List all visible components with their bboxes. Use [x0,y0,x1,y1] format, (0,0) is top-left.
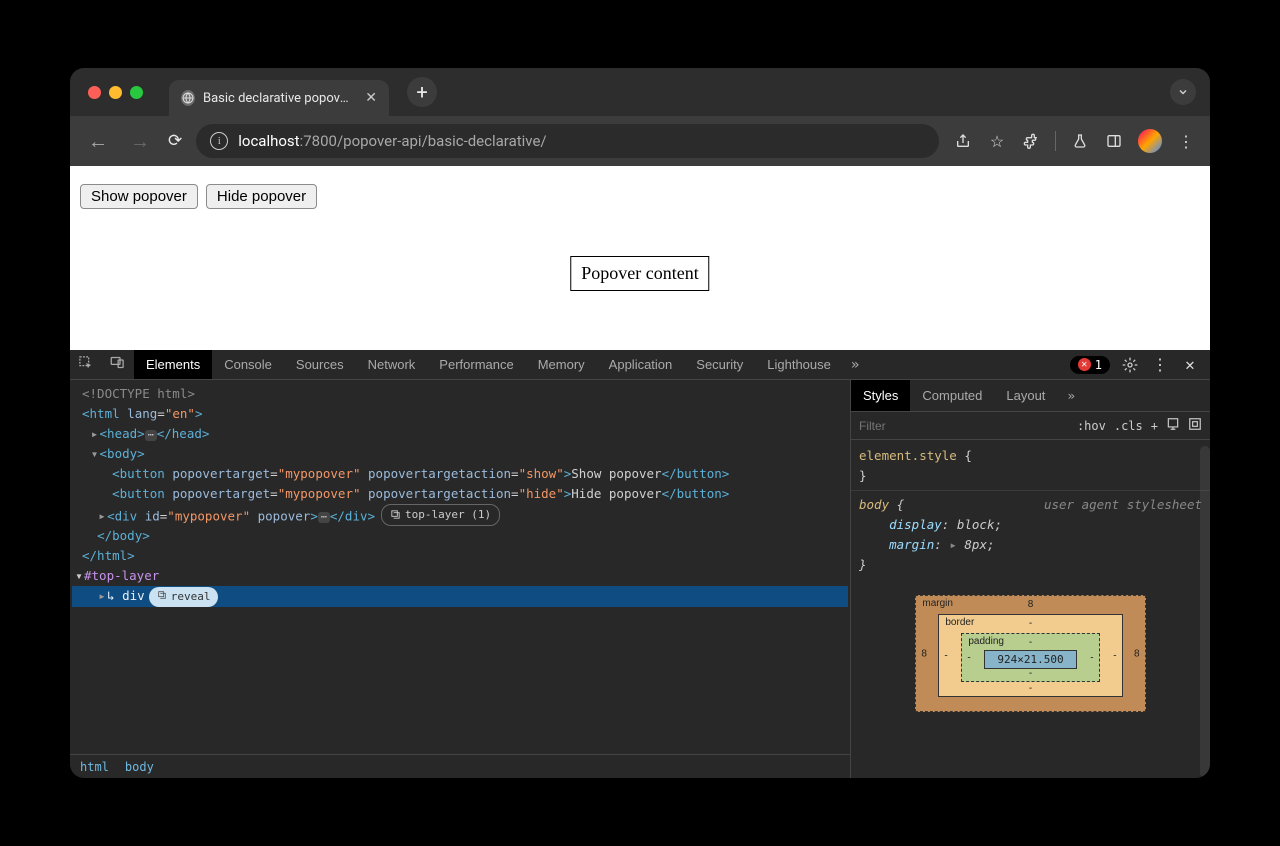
tab-lighthouse[interactable]: Lighthouse [755,350,843,379]
button-show-node[interactable]: <button popovertarget="mypopover" popove… [72,464,848,484]
breadcrumb[interactable]: html body [70,754,850,778]
margin-label: margin [922,598,953,609]
scrollbar[interactable] [1200,446,1210,778]
hov-toggle[interactable]: :hov [1077,419,1106,433]
forward-button[interactable]: → [126,125,154,158]
tab-security[interactable]: Security [684,350,755,379]
devtools: Elements Console Sources Network Perform… [70,350,1210,778]
content-size: 924×21.500 [984,650,1076,669]
padding-label: padding [968,636,1004,647]
error-count-badge[interactable]: ✕ 1 [1070,356,1110,374]
body-close-node[interactable]: </body> [72,526,848,546]
head-node[interactable]: ▸<head>⋯</head> [72,424,848,444]
popover-div-node[interactable]: ▸<div id="mypopover" popover>⋯</div>top-… [72,504,848,526]
browser-toolbar: ← → ⟳ i localhost:7800/popover-api/basic… [70,116,1210,166]
address-bar[interactable]: i localhost:7800/popover-api/basic-decla… [196,124,939,158]
html-node[interactable]: <html lang="en"> [72,404,848,424]
button-hide-node[interactable]: <button popovertarget="mypopover" popove… [72,484,848,504]
tab-memory[interactable]: Memory [526,350,597,379]
popover-content: Popover content [570,256,709,291]
back-button[interactable]: ← [84,125,112,158]
browser-window: Basic declarative popover exa ✕ + ← → ⟳ … [70,68,1210,778]
elements-panel: <!DOCTYPE html> <html lang="en"> ▸<head>… [70,380,850,778]
computed-render-icon[interactable] [1166,417,1180,434]
tab-layout[interactable]: Layout [994,380,1057,411]
error-icon: ✕ [1078,358,1091,371]
ua-stylesheet-label: user agent stylesheet [1044,495,1202,515]
site-info-icon[interactable]: i [210,132,228,150]
element-style-rule[interactable]: element.style {} [859,446,1202,486]
tabs-dropdown-icon[interactable] [1170,79,1196,105]
browser-tab[interactable]: Basic declarative popover exa ✕ [169,80,389,116]
close-tab-icon[interactable]: ✕ [365,90,377,106]
top-layer-div-node[interactable]: ▸↳ divreveal [72,586,848,607]
styles-panel: Styles Computed Layout » :hov .cls + [850,380,1210,778]
cls-toggle[interactable]: .cls [1114,419,1143,433]
profile-avatar[interactable] [1138,129,1162,153]
reload-button[interactable]: ⟳ [168,131,182,151]
tab-styles[interactable]: Styles [851,380,910,411]
hide-popover-button[interactable]: Hide popover [206,184,317,209]
tab-title: Basic declarative popover exa [203,91,353,106]
styles-filter-input[interactable] [859,419,1069,433]
tab-sources[interactable]: Sources [284,350,356,379]
html-close-node[interactable]: </html> [72,546,848,566]
devtools-menu-icon[interactable]: ⋮ [1150,355,1170,374]
minimize-window-icon[interactable] [109,86,122,99]
settings-icon[interactable] [1120,357,1140,373]
error-count: 1 [1095,358,1102,372]
maximize-window-icon[interactable] [130,86,143,99]
border-label: border [945,617,974,628]
globe-icon [181,90,195,106]
reveal-badge[interactable]: reveal [149,587,219,607]
tab-network[interactable]: Network [356,350,428,379]
body-rule[interactable]: user agent stylesheet body { display: bl… [859,495,1202,575]
titlebar: Basic declarative popover exa ✕ + [70,68,1210,116]
sidepanel-icon[interactable] [1104,133,1124,149]
styles-rules[interactable]: element.style {} user agent stylesheet b… [851,440,1210,581]
styles-tabbar: Styles Computed Layout » [851,380,1210,412]
top-layer-section[interactable]: ▾#top-layer [72,566,848,586]
top-layer-badge[interactable]: top-layer (1) [381,504,500,526]
new-tab-button[interactable]: + [407,77,437,107]
tab-elements[interactable]: Elements [134,350,212,379]
labs-icon[interactable] [1070,133,1090,149]
page-viewport: Show popover Hide popover Popover conten… [70,166,1210,350]
share-icon[interactable] [953,133,973,149]
divider [1055,131,1056,151]
more-styles-tabs-icon[interactable]: » [1057,388,1085,403]
tab-console[interactable]: Console [212,350,284,379]
devtools-tabbar: Elements Console Sources Network Perform… [70,350,1210,380]
body-open-node[interactable]: ▾<body> [72,444,848,464]
show-popover-button[interactable]: Show popover [80,184,198,209]
box-model-diagram[interactable]: margin 8 8 8 border - - - padding - [851,581,1210,718]
inspect-element-icon[interactable] [70,355,101,374]
crumb-html[interactable]: html [80,760,109,774]
doctype-node[interactable]: <!DOCTYPE html> [82,386,195,401]
more-tabs-icon[interactable]: » [843,357,867,373]
tab-computed[interactable]: Computed [910,380,994,411]
extensions-icon[interactable] [1021,133,1041,149]
menu-icon[interactable]: ⋮ [1176,132,1196,151]
bookmark-icon[interactable]: ☆ [987,132,1007,151]
new-rule-icon[interactable]: + [1151,419,1158,433]
url-text: localhost:7800/popover-api/basic-declara… [238,132,546,150]
box-model-icon[interactable] [1188,417,1202,434]
device-mode-icon[interactable] [101,355,134,374]
tab-application[interactable]: Application [597,350,685,379]
styles-filter-row: :hov .cls + [851,412,1210,440]
dom-tree[interactable]: <!DOCTYPE html> <html lang="en"> ▸<head>… [70,380,850,754]
tab-performance[interactable]: Performance [427,350,525,379]
crumb-body[interactable]: body [125,760,154,774]
close-window-icon[interactable] [88,86,101,99]
devtools-close-icon[interactable]: ✕ [1180,355,1200,374]
